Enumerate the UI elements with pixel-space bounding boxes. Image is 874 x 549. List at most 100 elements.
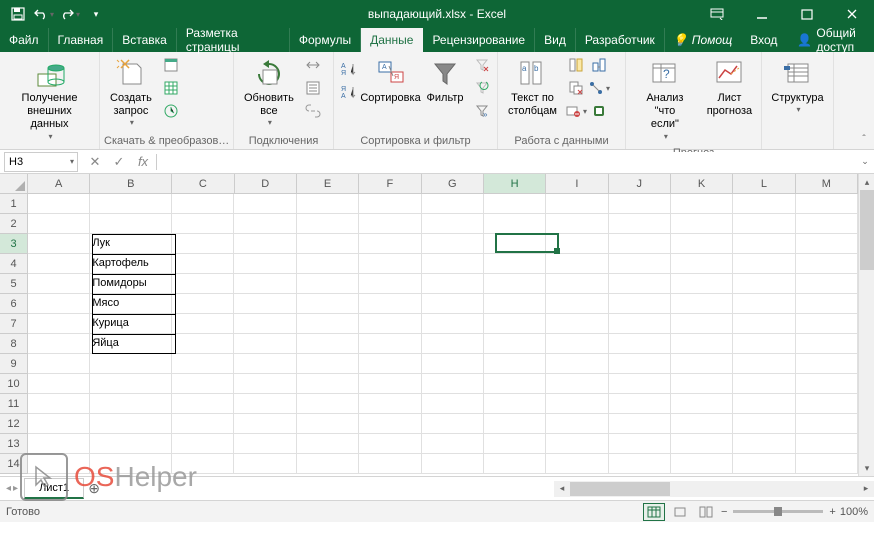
- cell[interactable]: [90, 434, 172, 454]
- cell[interactable]: [28, 234, 90, 254]
- formula-input[interactable]: [161, 152, 852, 172]
- cell[interactable]: [28, 374, 90, 394]
- cell[interactable]: [733, 214, 795, 234]
- cell[interactable]: [234, 234, 296, 254]
- cell[interactable]: [234, 354, 296, 374]
- tab-insert[interactable]: Вставка: [113, 28, 177, 52]
- cell[interactable]: [172, 214, 234, 234]
- cell[interactable]: [297, 274, 359, 294]
- cell[interactable]: [733, 374, 795, 394]
- cell[interactable]: [484, 294, 546, 314]
- cell[interactable]: [234, 294, 296, 314]
- sign-in-button[interactable]: Вход: [740, 33, 787, 47]
- cell[interactable]: [28, 414, 90, 434]
- new-query-button[interactable]: Создать запрос: [104, 54, 158, 132]
- cell[interactable]: [90, 394, 172, 414]
- cell[interactable]: [671, 434, 733, 454]
- filter-button[interactable]: Фильтр: [421, 54, 469, 109]
- column-header[interactable]: E: [297, 174, 359, 194]
- column-header[interactable]: I: [546, 174, 608, 194]
- sort-button[interactable]: AЯ Сортировка: [362, 54, 419, 109]
- from-table-button[interactable]: [160, 77, 182, 99]
- remove-duplicates-button[interactable]: [565, 77, 587, 99]
- cell[interactable]: [297, 434, 359, 454]
- text-to-columns-button[interactable]: ab Текст по столбцам: [502, 54, 563, 122]
- recent-sources-button[interactable]: [160, 100, 182, 122]
- cell[interactable]: [422, 334, 484, 354]
- cell[interactable]: [172, 394, 234, 414]
- cell[interactable]: [671, 294, 733, 314]
- cell[interactable]: [359, 274, 421, 294]
- row-header[interactable]: 12: [0, 414, 28, 434]
- cell[interactable]: [796, 414, 858, 434]
- cell[interactable]: [484, 214, 546, 234]
- row-header[interactable]: 2: [0, 214, 28, 234]
- cell[interactable]: Картофель: [90, 254, 172, 274]
- cell[interactable]: [297, 234, 359, 254]
- cell[interactable]: [609, 194, 671, 214]
- cell[interactable]: [796, 214, 858, 234]
- tab-home[interactable]: Главная: [49, 28, 114, 52]
- cell[interactable]: [359, 394, 421, 414]
- cell[interactable]: [28, 394, 90, 414]
- tell-me-button[interactable]: 💡Помощ: [665, 33, 740, 47]
- cell[interactable]: [359, 434, 421, 454]
- cell[interactable]: [546, 314, 608, 334]
- edit-links-button[interactable]: [302, 100, 324, 122]
- what-if-button[interactable]: ? Анализ "что если": [630, 54, 700, 145]
- cell[interactable]: [671, 454, 733, 474]
- cell[interactable]: [609, 214, 671, 234]
- advanced-button[interactable]: »: [471, 100, 493, 122]
- cell[interactable]: [546, 294, 608, 314]
- cell[interactable]: [733, 254, 795, 274]
- cell[interactable]: [484, 314, 546, 334]
- cell[interactable]: [733, 274, 795, 294]
- tab-review[interactable]: Рецензирование: [423, 28, 535, 52]
- cell[interactable]: [733, 454, 795, 474]
- row-header[interactable]: 10: [0, 374, 28, 394]
- cell[interactable]: [671, 194, 733, 214]
- column-header[interactable]: J: [609, 174, 671, 194]
- cell[interactable]: [359, 374, 421, 394]
- cell[interactable]: [796, 234, 858, 254]
- cell[interactable]: [172, 194, 234, 214]
- cell[interactable]: [546, 434, 608, 454]
- vscroll-thumb[interactable]: [860, 190, 874, 270]
- cell[interactable]: [796, 194, 858, 214]
- cell[interactable]: Курица: [90, 314, 172, 334]
- cell[interactable]: [484, 454, 546, 474]
- cell-area[interactable]: ЛукКартофельПомидорыМясоКурицаЯйца: [28, 194, 858, 476]
- cell[interactable]: [359, 414, 421, 434]
- get-external-data-button[interactable]: Получение внешних данных: [4, 54, 95, 145]
- zoom-out-button[interactable]: −: [721, 506, 727, 518]
- cell[interactable]: [172, 434, 234, 454]
- ribbon-options-button[interactable]: [694, 0, 739, 28]
- row-header[interactable]: 4: [0, 254, 28, 274]
- cell[interactable]: [297, 294, 359, 314]
- cell[interactable]: [733, 414, 795, 434]
- cell[interactable]: [297, 194, 359, 214]
- cell[interactable]: [546, 374, 608, 394]
- row-header[interactable]: 7: [0, 314, 28, 334]
- cell[interactable]: [546, 214, 608, 234]
- cell[interactable]: [359, 354, 421, 374]
- cell[interactable]: [484, 354, 546, 374]
- cell[interactable]: [796, 254, 858, 274]
- cell[interactable]: [546, 194, 608, 214]
- cell[interactable]: [422, 294, 484, 314]
- cancel-formula-button[interactable]: ✕: [86, 154, 104, 170]
- cell[interactable]: [359, 334, 421, 354]
- cell[interactable]: [359, 314, 421, 334]
- cell[interactable]: [484, 274, 546, 294]
- cell[interactable]: Помидоры: [90, 274, 172, 294]
- row-header[interactable]: 9: [0, 354, 28, 374]
- column-header[interactable]: G: [422, 174, 484, 194]
- cell[interactable]: [90, 414, 172, 434]
- row-header[interactable]: 8: [0, 334, 28, 354]
- cell[interactable]: [28, 314, 90, 334]
- row-header[interactable]: 13: [0, 434, 28, 454]
- tab-view[interactable]: Вид: [535, 28, 576, 52]
- data-validation-button[interactable]: [565, 100, 587, 122]
- cell[interactable]: [297, 354, 359, 374]
- cell[interactable]: [671, 274, 733, 294]
